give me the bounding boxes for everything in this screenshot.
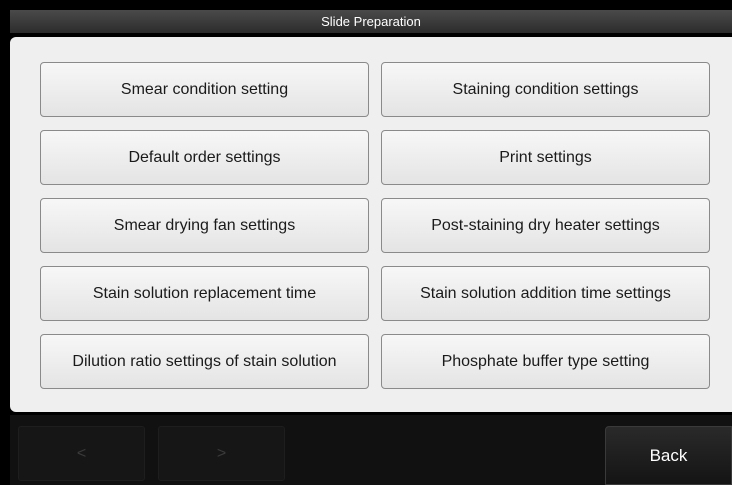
dilution-ratio-settings-button[interactable]: Dilution ratio settings of stain solutio… — [40, 334, 369, 389]
smear-drying-fan-settings-button[interactable]: Smear drying fan settings — [40, 198, 369, 253]
smear-condition-setting-button[interactable]: Smear condition setting — [40, 62, 369, 117]
next-page-button[interactable]: > — [158, 426, 285, 481]
back-button[interactable]: Back — [605, 426, 732, 485]
phosphate-buffer-type-setting-button[interactable]: Phosphate buffer type setting — [381, 334, 710, 389]
print-settings-button[interactable]: Print settings — [381, 130, 710, 185]
stain-solution-addition-time-settings-button[interactable]: Stain solution addition time settings — [381, 266, 710, 321]
stain-solution-replacement-time-button[interactable]: Stain solution replacement time — [40, 266, 369, 321]
app-frame: Slide Preparation Smear condition settin… — [0, 0, 732, 485]
default-order-settings-button[interactable]: Default order settings — [40, 130, 369, 185]
previous-page-button[interactable]: < — [18, 426, 145, 481]
staining-condition-settings-button[interactable]: Staining condition settings — [381, 62, 710, 117]
window-title: Slide Preparation — [10, 10, 732, 33]
post-staining-dry-heater-settings-button[interactable]: Post-staining dry heater settings — [381, 198, 710, 253]
